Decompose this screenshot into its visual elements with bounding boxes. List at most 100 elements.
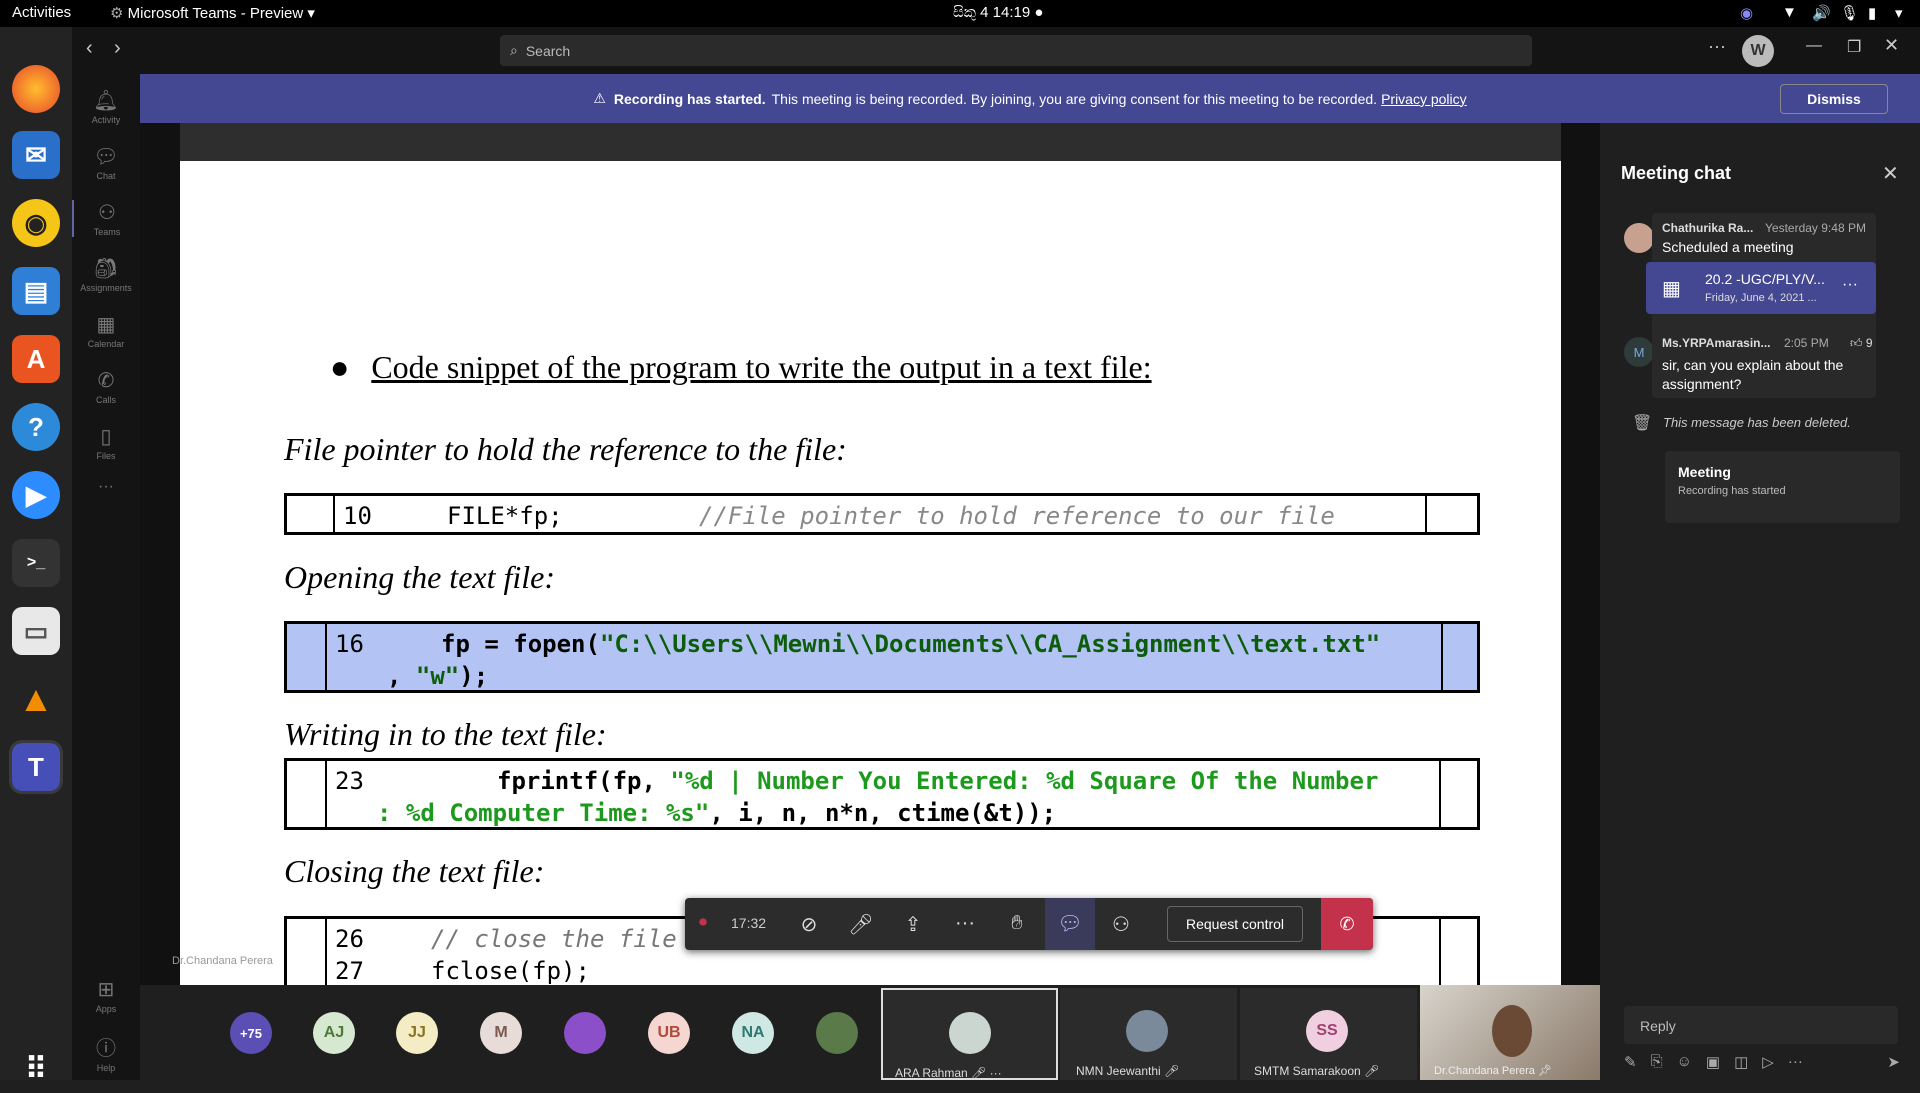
video-tile[interactable]: SS SMTM Samarakoon 🎤︎	[1240, 988, 1417, 1080]
sticker-icon[interactable]: ◫	[1734, 1053, 1748, 1071]
wifi-icon[interactable]: ▼	[1782, 4, 1797, 21]
participants-icon[interactable]: ⚇	[1107, 912, 1135, 937]
teams-title-bar: ‹ › ⌕ Search ··· W — ❐ ✕	[72, 27, 1920, 74]
rail-activity[interactable]: 🔔︎ Activity	[72, 88, 140, 125]
show-applications-icon[interactable]: ⠿	[12, 1045, 60, 1093]
rail-apps[interactable]: ⊞ Apps	[72, 977, 140, 1014]
software-center-icon[interactable]: A	[12, 335, 60, 383]
terminal-icon[interactable]: >_	[12, 539, 60, 587]
hang-up-button[interactable]: ✆	[1321, 898, 1373, 950]
rail-calls[interactable]: ✆ Calls	[72, 368, 140, 405]
presenter-video-tile[interactable]: Dr.Chandana Perera 📌︎	[1420, 985, 1600, 1080]
privacy-policy-link[interactable]: Privacy policy	[1381, 91, 1467, 107]
more-actions-icon[interactable]: ···	[951, 912, 979, 935]
share-screen-icon[interactable]: ⇪	[899, 912, 927, 937]
call-toolbar: ⏺ 17:32 ⊘ 🎤︎ ⇪ ··· ✋︎ 💬︎ ⚇ Request contr…	[685, 898, 1373, 950]
forward-arrow-icon[interactable]: ›	[114, 37, 121, 60]
microphone-icon[interactable]: 🎙	[1840, 4, 1859, 22]
gif-icon[interactable]: ▣	[1706, 1053, 1720, 1071]
tile-name: ARA Rahman 🎤︎ ···	[895, 1066, 1002, 1080]
camera-off-icon[interactable]: ⊘	[795, 912, 823, 937]
zoom-icon[interactable]: ▶	[12, 471, 60, 519]
presenter-face	[1492, 1005, 1532, 1057]
back-arrow-icon[interactable]: ‹	[86, 37, 93, 60]
rail-teams[interactable]: ⚇ Teams	[72, 200, 140, 237]
phone-icon: ✆	[97, 370, 115, 392]
schedule-icon[interactable]: ▷	[1762, 1053, 1774, 1071]
more-compose-icon[interactable]: ···	[1788, 1053, 1803, 1071]
vlc-icon[interactable]: ▲	[12, 675, 60, 723]
tray-icon[interactable]: ◉	[1740, 4, 1753, 22]
application-dock: ✉ ◉ ▤ A ? ▶ >_ ▭ ▲ T ⠿	[0, 27, 72, 1086]
system-top-bar: Activities ⚙ Microsoft Teams - Preview ▾…	[0, 0, 1920, 27]
thumbs-up-icon: 👍︎	[1850, 336, 1863, 350]
files-icon[interactable]: ▭	[12, 607, 60, 655]
writer-icon[interactable]: ▤	[12, 267, 60, 315]
heading-file-pointer: File pointer to hold the reference to th…	[284, 431, 847, 467]
warning-icon: ⚠	[593, 90, 606, 106]
battery-icon[interactable]: ▮	[1868, 4, 1876, 22]
help-circle-icon: ⓘ	[96, 1038, 116, 1060]
chat-title: Meeting chat	[1621, 163, 1732, 183]
system-message: Meeting Recording has started	[1665, 451, 1900, 523]
rhythmbox-icon[interactable]: ◉	[12, 199, 60, 247]
recording-icon: ⏺	[699, 914, 708, 931]
rail-help[interactable]: ⓘ Help	[72, 1032, 140, 1073]
compose-toolbar: ✎ ⎘ ☺ ▣ ◫ ▷ ··· ➤	[1624, 1053, 1900, 1071]
presenter-label: Dr.Chandana Perera	[172, 955, 273, 967]
thunderbird-icon[interactable]: ✉	[12, 131, 60, 179]
firefox-icon[interactable]	[12, 65, 60, 113]
avatar[interactable]: NA	[732, 1012, 774, 1054]
like-reaction[interactable]: 👍︎ 9	[1850, 336, 1873, 351]
video-tile[interactable]: ARA Rahman 🎤︎ ···	[881, 988, 1058, 1080]
mic-muted-icon: 🎤︎	[1164, 1064, 1180, 1078]
volume-icon[interactable]: 🔊	[1812, 4, 1831, 22]
request-control-button[interactable]: Request control	[1167, 906, 1303, 942]
minimize-icon[interactable]: —	[1806, 37, 1822, 55]
more-participants-badge[interactable]: +75	[230, 1012, 272, 1054]
teams-small-icon: ⚙	[110, 5, 128, 22]
help-icon[interactable]: ?	[12, 403, 60, 451]
send-icon[interactable]: ➤	[1887, 1053, 1900, 1071]
rail-files[interactable]: ▯ Files	[72, 424, 140, 461]
format-icon[interactable]: ✎	[1624, 1053, 1637, 1071]
activities-button[interactable]: Activities	[12, 4, 71, 21]
hang-up-icon: ✆	[1339, 913, 1355, 934]
teams-icon[interactable]: T	[9, 740, 63, 794]
chat-toggle-icon[interactable]: 💬︎	[1045, 898, 1095, 950]
rail-chat[interactable]: 💬︎ Chat	[72, 144, 140, 181]
dismiss-button[interactable]: Dismiss	[1780, 84, 1888, 114]
avatar[interactable]: AJ	[313, 1012, 355, 1054]
app-menu[interactable]: ⚙ Microsoft Teams - Preview ▾	[110, 4, 315, 22]
maximize-icon[interactable]: ❐	[1847, 37, 1861, 57]
avatar-photo[interactable]	[816, 1012, 858, 1054]
attach-icon[interactable]: ⎘	[1651, 1053, 1663, 1071]
file-icon: ▯	[100, 426, 112, 448]
search-icon: ⌕	[510, 42, 518, 58]
rail-calendar[interactable]: ▦ Calendar	[72, 312, 140, 349]
meeting-card[interactable]: ▦ 20.2 -UGC/PLY/V... Friday, June 4, 202…	[1646, 262, 1876, 314]
avatar[interactable]: JJ	[396, 1012, 438, 1054]
mic-off-icon[interactable]: 🎤︎	[847, 912, 875, 937]
emoji-icon[interactable]: ☺	[1677, 1053, 1692, 1071]
close-chat-icon[interactable]: ✕	[1882, 161, 1899, 186]
close-window-icon[interactable]: ✕	[1884, 35, 1899, 56]
reply-input[interactable]: Reply	[1624, 1006, 1898, 1044]
more-options-icon[interactable]: ···	[1708, 36, 1726, 57]
code-block-1: 10 FILE*fp; //File pointer to hold refer…	[284, 493, 1480, 535]
avatar[interactable]: UB	[648, 1012, 690, 1054]
power-menu-icon[interactable]: ▾	[1895, 4, 1903, 22]
avatar-photo[interactable]	[564, 1012, 606, 1054]
avatar[interactable]: M	[480, 1012, 522, 1054]
user-avatar[interactable]: W	[1742, 35, 1774, 67]
avatar	[1624, 223, 1654, 253]
raise-hand-icon[interactable]: ✋︎	[1003, 912, 1031, 935]
clock[interactable]: සිකු 4 14:19 ●	[953, 4, 1043, 21]
rail-assignments[interactable]: 🎒︎ Assignments	[72, 256, 140, 293]
heading-writing: Writing in to the text file:	[284, 716, 607, 752]
rail-more[interactable]: ···	[72, 478, 140, 496]
meeting-card-more-icon[interactable]: ···	[1842, 276, 1858, 294]
calendar-icon: ▦	[96, 314, 116, 336]
search-input[interactable]: ⌕ Search	[500, 35, 1532, 66]
video-tile[interactable]: NMN Jeewanthi 🎤︎	[1060, 988, 1237, 1080]
